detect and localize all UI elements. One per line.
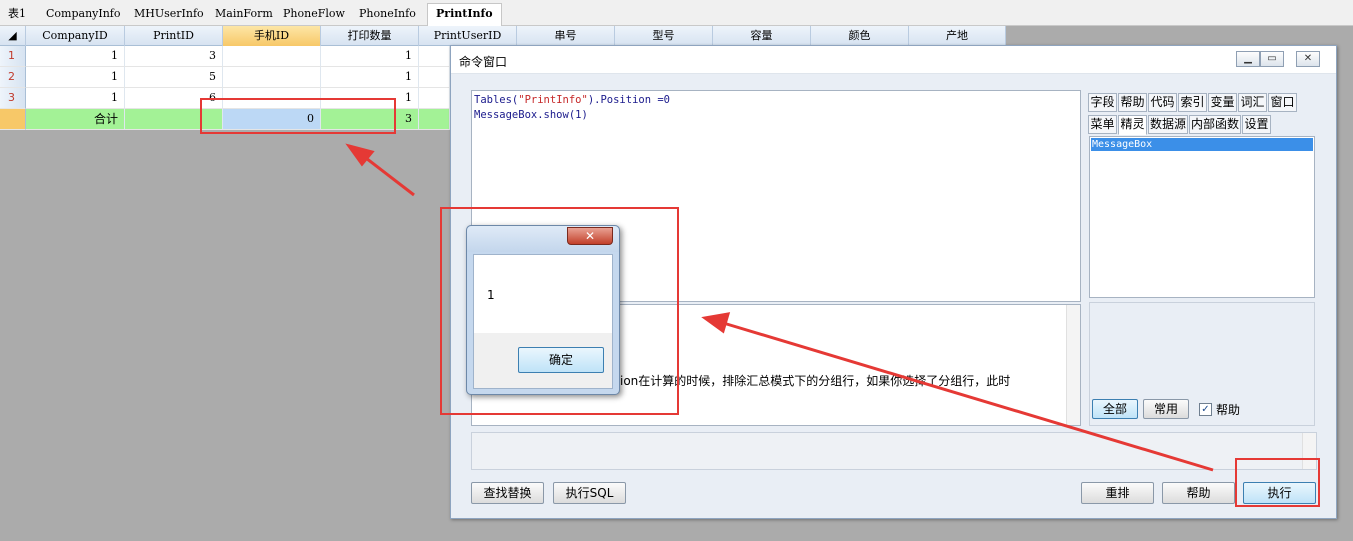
- tab-mainform[interactable]: MainForm: [207, 4, 281, 26]
- cell-printid[interactable]: 3: [125, 46, 223, 67]
- panel-tab-menu[interactable]: 菜单: [1088, 115, 1117, 134]
- arrowhead-summary: [345, 143, 375, 167]
- row-header[interactable]: 1: [0, 46, 26, 67]
- cell-phoneid[interactable]: [223, 88, 321, 109]
- command-window-title: 命令窗口: [459, 55, 508, 69]
- code-line-1: Tables("PrintInfo").Position =0: [474, 94, 670, 106]
- row-header[interactable]: 3: [0, 88, 26, 109]
- tab-table1[interactable]: 表1: [0, 4, 34, 26]
- secondary-scrollbar[interactable]: [1302, 433, 1316, 469]
- cell-print-qty[interactable]: 1: [321, 67, 419, 88]
- column-header-companyid[interactable]: CompanyID: [26, 26, 125, 46]
- cell-companyid[interactable]: 1: [26, 88, 125, 109]
- close-window-button[interactable]: ✕: [1296, 51, 1320, 67]
- message-box-footer: 确定: [474, 333, 612, 388]
- row-header[interactable]: 2: [0, 67, 26, 88]
- panel-tab-vocabulary[interactable]: 词汇: [1238, 93, 1267, 112]
- command-window-titlebar[interactable]: 命令窗口 ▁ ▭ ✕: [451, 46, 1336, 74]
- cell-companyid[interactable]: 1: [26, 67, 125, 88]
- grid-corner[interactable]: ◢: [0, 26, 26, 46]
- column-header-model[interactable]: 型号: [615, 26, 713, 46]
- tab-printinfo[interactable]: PrintInfo: [427, 3, 502, 26]
- table-tab-strip: 表1 CompanyInfo MHUserInfo MainForm Phone…: [0, 0, 1353, 26]
- cell-companyid[interactable]: 1: [26, 46, 125, 67]
- cell-phoneid[interactable]: [223, 46, 321, 67]
- panel-tab-window[interactable]: 窗口: [1268, 93, 1297, 112]
- panel-tab-wizard[interactable]: 精灵: [1118, 115, 1147, 135]
- panel-tab-settings[interactable]: 设置: [1242, 115, 1271, 134]
- summary-row-header[interactable]: [0, 109, 26, 130]
- maximize-button[interactable]: ▭: [1260, 51, 1284, 67]
- summary-cell-phoneid[interactable]: 0: [223, 109, 321, 130]
- panel-tab-builtin-functions[interactable]: 内部函数: [1189, 115, 1241, 134]
- panel-tab-datasource[interactable]: 数据源: [1148, 115, 1188, 134]
- summary-cell-printuserid[interactable]: [419, 109, 450, 130]
- cell-printid[interactable]: 5: [125, 67, 223, 88]
- message-box-titlebar[interactable]: ✕: [467, 226, 619, 252]
- cell-phoneid[interactable]: [223, 67, 321, 88]
- execute-sql-button[interactable]: 执行SQL: [553, 482, 626, 504]
- common-button[interactable]: 常用: [1143, 399, 1189, 419]
- grid-header-row: ◢ CompanyID PrintID 手机ID 打印数量 PrintUserI…: [0, 26, 1006, 46]
- column-header-capacity[interactable]: 容量: [713, 26, 811, 46]
- tab-mhuserinfo[interactable]: MHUserInfo: [126, 4, 212, 26]
- cell-print-qty[interactable]: 1: [321, 46, 419, 67]
- minimize-button[interactable]: ▁: [1236, 51, 1260, 67]
- assistant-panel: 字段 帮助 代码 索引 变量 词汇 窗口 菜单 精灵 数据源 内部函数 设置 M…: [1087, 90, 1317, 426]
- column-header-color[interactable]: 颜色: [811, 26, 909, 46]
- help-button[interactable]: 帮助: [1162, 482, 1235, 504]
- secondary-input-area[interactable]: [471, 432, 1317, 470]
- cell-printuserid[interactable]: [419, 88, 450, 109]
- panel-tab-index[interactable]: 索引: [1178, 93, 1207, 112]
- column-header-phoneid[interactable]: 手机ID: [223, 26, 321, 46]
- ok-button[interactable]: 确定: [518, 347, 604, 373]
- list-item-messagebox[interactable]: MessageBox: [1091, 138, 1313, 151]
- column-header-serial[interactable]: 串号: [517, 26, 615, 46]
- cell-printuserid[interactable]: [419, 46, 450, 67]
- summary-label[interactable]: 合计: [26, 109, 125, 130]
- column-header-printid[interactable]: PrintID: [125, 26, 223, 46]
- summary-cell-printid[interactable]: [125, 109, 223, 130]
- execute-button[interactable]: 执行: [1243, 482, 1316, 504]
- reorder-button[interactable]: 重排: [1081, 482, 1154, 504]
- tab-phoneflow[interactable]: PhoneFlow: [275, 4, 353, 26]
- tab-phoneinfo[interactable]: PhoneInfo: [351, 4, 424, 26]
- summary-cell-print-qty[interactable]: 3: [321, 109, 419, 130]
- cell-printid[interactable]: 6: [125, 88, 223, 109]
- cell-printuserid[interactable]: [419, 67, 450, 88]
- panel-tab-variables[interactable]: 变量: [1208, 93, 1237, 112]
- message-box: ✕ 1 确定: [466, 225, 620, 395]
- help-output-scrollbar[interactable]: [1066, 305, 1080, 425]
- help-checkbox-label: 帮助: [1216, 403, 1241, 417]
- message-box-body: 1 确定: [473, 254, 613, 389]
- column-header-origin[interactable]: 产地: [909, 26, 1006, 46]
- all-button[interactable]: 全部: [1092, 399, 1138, 419]
- column-header-printuserid[interactable]: PrintUserID: [419, 26, 517, 46]
- cell-print-qty[interactable]: 1: [321, 88, 419, 109]
- panel-tab-fields[interactable]: 字段: [1088, 93, 1117, 112]
- help-checkbox[interactable]: ✓: [1199, 403, 1212, 416]
- arrow-to-summary: [361, 153, 415, 197]
- code-line-2: MessageBox.show(1): [474, 109, 588, 121]
- find-replace-button[interactable]: 查找替换: [471, 482, 544, 504]
- tab-companyinfo[interactable]: CompanyInfo: [38, 4, 129, 26]
- column-header-print-qty[interactable]: 打印数量: [321, 26, 419, 46]
- panel-tab-code[interactable]: 代码: [1148, 93, 1177, 112]
- panel-tab-help[interactable]: 帮助: [1118, 93, 1147, 112]
- help-output-text: ion在计算的时候，排除汇总模式下的分组行，如果你选择了分组行，此时: [620, 374, 1011, 388]
- wizard-list[interactable]: MessageBox: [1089, 136, 1315, 298]
- close-icon[interactable]: ✕: [567, 227, 613, 245]
- message-box-text: 1: [487, 288, 495, 302]
